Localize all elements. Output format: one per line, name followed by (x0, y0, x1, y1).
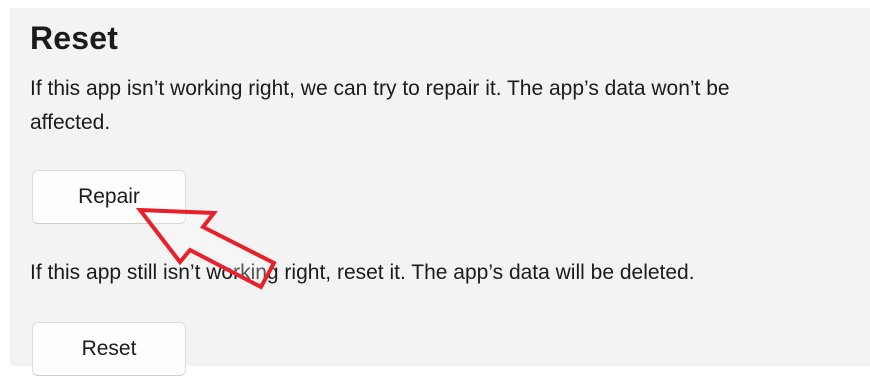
reset-settings-panel: Reset If this app isn’t working right, w… (10, 8, 870, 376)
section-title: Reset (30, 20, 119, 56)
repair-button[interactable]: Repair (32, 170, 186, 224)
reset-description: If this app still isn’t working right, r… (30, 261, 695, 284)
reset-button[interactable]: Reset (32, 322, 186, 376)
repair-description: If this app isn’t working right, we can … (30, 77, 730, 134)
